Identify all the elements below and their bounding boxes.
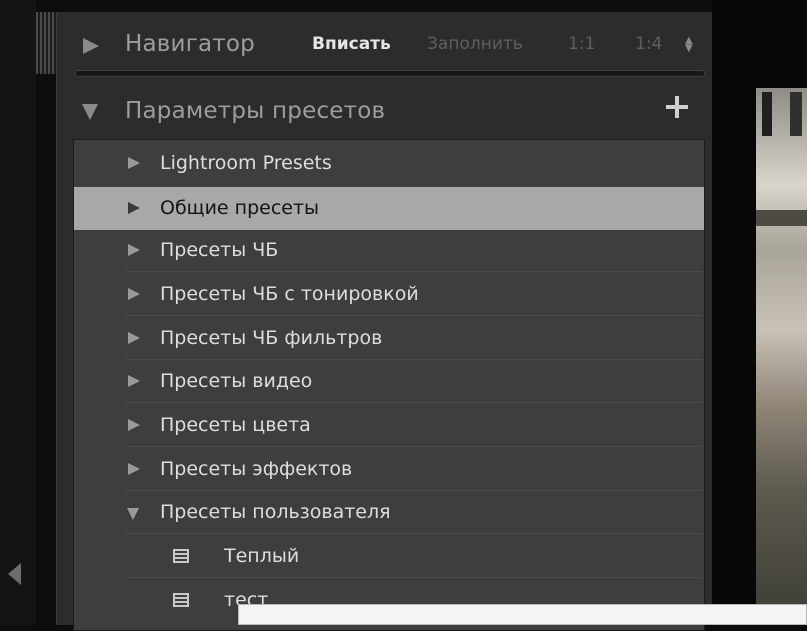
expand-folder-icon[interactable] [128,244,140,256]
preset-folder-bw-filters[interactable]: Пресеты ЧБ фильтров [74,317,704,360]
zoom-1-1-option[interactable]: 1:1 [568,34,595,54]
panel-resize-grip[interactable] [36,12,56,74]
preset-folder-general[interactable]: Общие пресеты [74,187,704,230]
preset-folder-label: Пресеты ЧБ [160,239,279,261]
preset-folder-label: Общие пресеты [160,197,320,219]
row-divider [126,446,702,447]
expand-folder-icon[interactable] [128,419,140,431]
photo-detail [790,92,802,136]
row-divider [126,577,702,578]
presets-panel-title[interactable]: Параметры пресетов [125,98,385,124]
preset-folder-lightroom-presets[interactable]: Lightroom Presets [74,142,704,185]
photo-detail [756,210,807,226]
expand-folder-icon[interactable] [128,375,140,387]
zoom-fit-option[interactable]: Вписать [312,34,391,54]
zoom-fill-option[interactable]: Заполнить [427,34,523,54]
row-divider [126,402,702,403]
preset-folder-effects[interactable]: Пресеты эффектов [74,448,704,491]
preset-folder-user[interactable]: Пресеты пользователя [74,491,704,534]
preset-folder-color[interactable]: Пресеты цвета [74,404,704,447]
preset-folder-label: Пресеты эффектов [160,458,353,480]
navigator-header[interactable]: Навигатор Вписать Заполнить 1:1 1:4 ▲ ▼ [57,26,713,66]
preset-folder-bw-toned[interactable]: Пресеты ЧБ с тонировкой [74,273,704,316]
preset-icon [173,549,189,563]
expand-folder-icon[interactable] [128,202,140,214]
preset-folder-label: Пресеты ЧБ с тонировкой [160,283,419,305]
preset-icon [173,593,189,607]
collapse-folder-icon[interactable] [127,508,139,520]
preset-folder-label: Пресеты пользователя [160,501,391,523]
preset-folder-label: Пресеты цвета [160,414,311,436]
left-panel: Навигатор Вписать Заполнить 1:1 1:4 ▲ ▼ П… [56,12,713,631]
left-panel-edge [0,0,36,625]
photo-detail [762,92,772,136]
preset-folder-label: Пресеты видео [160,370,313,392]
preset-folder-label: Lightroom Presets [160,152,332,174]
photo-preview-area [712,0,807,625]
navigator-title: Навигатор [125,31,255,57]
zoom-stepper-icon[interactable]: ▲ ▼ [685,36,693,54]
expand-folder-icon[interactable] [128,463,140,475]
collapse-left-panel-icon[interactable] [8,563,21,585]
expand-folder-icon[interactable] [128,288,140,300]
photo-image [756,88,807,625]
user-preset-warm[interactable]: Теплый [74,535,704,578]
expand-folder-icon[interactable] [128,332,140,344]
preset-folder-bw[interactable]: Пресеты ЧБ [74,229,704,272]
add-preset-icon[interactable] [664,94,690,120]
zoom-1-4-option[interactable]: 1:4 [635,34,662,54]
preset-folder-label: Пресеты ЧБ фильтров [160,327,383,349]
preset-folder-video[interactable]: Пресеты видео [74,360,704,403]
user-preset-label: Теплый [224,545,300,567]
tooltip-popup [238,604,807,625]
navigator-divider [75,70,705,77]
presets-list: Lightroom Presets Общие пресеты Пресеты … [73,139,705,631]
row-divider [126,533,702,534]
collapse-presets-icon[interactable] [82,104,98,120]
expand-folder-icon[interactable] [128,157,140,169]
expand-navigator-icon[interactable] [83,38,99,54]
row-divider [126,315,702,316]
row-divider [126,271,702,272]
